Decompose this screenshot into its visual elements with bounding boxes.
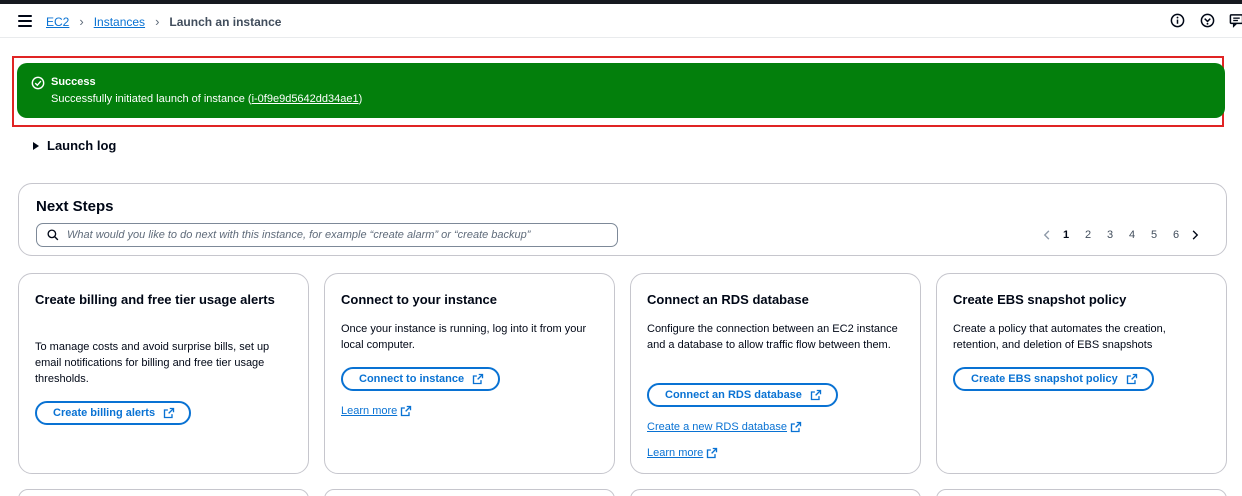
external-link-icon [400, 405, 412, 417]
flash-message: Successfully initiated launch of instanc… [51, 93, 362, 105]
page-6[interactable]: 6 [1165, 229, 1187, 241]
create-billing-alerts-button[interactable]: Create billing alerts [35, 401, 192, 425]
caret-right-icon [33, 141, 39, 150]
launch-log-toggle[interactable]: Launch log [33, 138, 116, 153]
chevron-left-icon[interactable] [1039, 227, 1055, 243]
next-steps-title: Next Steps [36, 198, 114, 215]
card-title: Connect to your instance [341, 292, 498, 307]
success-flash: Success Successfully initiated launch of… [17, 63, 1225, 118]
external-link-icon [472, 373, 484, 385]
next-steps-search [36, 223, 618, 247]
breadcrumb-instances[interactable]: Instances [94, 15, 145, 29]
card-description: Configure the connection between an EC2 … [647, 323, 898, 351]
notifications-icon[interactable] [1200, 13, 1215, 28]
breadcrumb: EC2 › Instances › Launch an instance [46, 14, 281, 29]
external-link-icon [1126, 373, 1138, 385]
button-label: Create EBS snapshot policy [971, 373, 1118, 385]
card-title: Connect an RDS database [647, 292, 809, 307]
button-label: Create billing alerts [53, 407, 156, 419]
connect-rds-database-button[interactable]: Connect an RDS database [647, 383, 838, 407]
menu-icon[interactable] [18, 15, 32, 27]
learn-more-link[interactable]: Learn more [341, 405, 412, 417]
info-icon[interactable] [1170, 13, 1185, 28]
link-label: Learn more [647, 447, 704, 459]
flash-message-prefix: Successfully initiated launch of instanc… [51, 93, 252, 105]
card-billing-alerts: Create billing and free tier usage alert… [18, 273, 309, 474]
page-5[interactable]: 5 [1143, 229, 1165, 241]
card-connect-rds: Connect an RDS database Configure the co… [630, 273, 921, 474]
create-ebs-snapshot-policy-button[interactable]: Create EBS snapshot policy [953, 367, 1154, 391]
launch-log-label: Launch log [47, 138, 117, 153]
external-link-icon [706, 447, 718, 459]
next-steps-panel: Next Steps 1 2 3 4 5 6 [18, 183, 1227, 256]
pagination: 1 2 3 4 5 6 [1039, 227, 1203, 243]
chevron-right-icon: › [79, 14, 84, 29]
card-description: Once your instance is running, log into … [341, 323, 587, 351]
card-ebs-snapshot: Create EBS snapshot policy Create a poli… [936, 273, 1227, 474]
create-rds-database-link[interactable]: Create a new RDS database [647, 421, 802, 433]
top-header: EC2 › Instances › Launch an instance [0, 4, 1242, 38]
link-label: Create a new RDS database [647, 421, 788, 433]
flash-message-suffix: ) [358, 93, 363, 105]
card-connect-instance: Connect to your instance Once your insta… [324, 273, 615, 474]
card-peek [936, 489, 1227, 496]
search-icon [47, 229, 59, 241]
card-title: Create billing and free tier usage alert… [35, 292, 275, 307]
page-3[interactable]: 3 [1099, 229, 1121, 241]
link-label: Learn more [341, 405, 398, 417]
external-link-icon [790, 421, 802, 433]
card-description: Create a policy that automates the creat… [953, 323, 1166, 351]
chevron-right-icon[interactable] [1187, 227, 1203, 243]
chevron-right-icon: › [155, 14, 160, 29]
card-peek [630, 489, 921, 496]
feedback-icon[interactable] [1229, 13, 1242, 28]
page-1[interactable]: 1 [1055, 229, 1077, 241]
card-title: Create EBS snapshot policy [953, 292, 1127, 307]
instance-id-link[interactable]: i-0f9e9d5642dd34ae1 [252, 93, 359, 105]
learn-more-link[interactable]: Learn more [647, 447, 718, 459]
connect-to-instance-button[interactable]: Connect to instance [341, 367, 501, 391]
card-peek [324, 489, 615, 496]
external-link-icon [163, 407, 175, 419]
breadcrumb-ec2[interactable]: EC2 [46, 15, 69, 29]
button-label: Connect an RDS database [665, 389, 802, 401]
page-2[interactable]: 2 [1077, 229, 1099, 241]
card-description: To manage costs and avoid surprise bills… [35, 341, 270, 385]
card-peek [18, 489, 309, 496]
flash-title: Success [51, 76, 96, 88]
button-label: Connect to instance [359, 373, 465, 385]
search-input[interactable] [67, 229, 587, 241]
breadcrumb-current: Launch an instance [169, 14, 282, 29]
success-check-icon [31, 76, 45, 90]
external-link-icon [810, 389, 822, 401]
page-4[interactable]: 4 [1121, 229, 1143, 241]
